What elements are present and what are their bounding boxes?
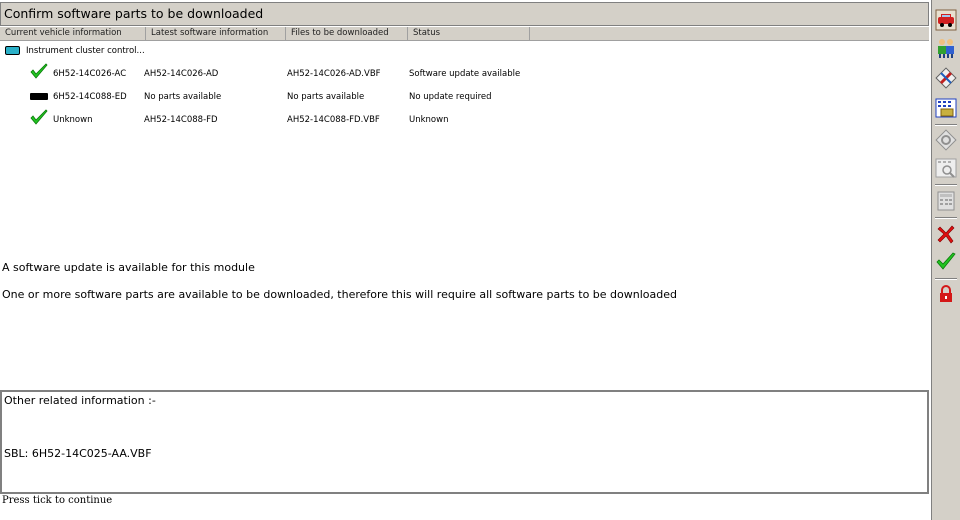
- cell-latest: AH52-14C026-AD: [144, 69, 219, 79]
- toolbar-separator: [935, 217, 957, 219]
- ecu-module-icon: [5, 46, 20, 55]
- sbl-file-text: SBL: 6H52-14C025-AA.VBF: [4, 447, 152, 460]
- right-toolbar: [931, 0, 960, 520]
- cell-files: AH52-14C026-AD.VBF: [287, 69, 381, 79]
- check-icon: [30, 63, 48, 79]
- check-icon: [30, 109, 48, 125]
- confirm-tick-button[interactable]: [934, 250, 958, 274]
- table-row[interactable]: 6H52-14C088-ED No parts available No par…: [0, 89, 929, 105]
- lock-button[interactable]: [934, 282, 958, 306]
- tools-button[interactable]: [934, 66, 958, 90]
- cell-current: 6H52-14C026-AC: [53, 69, 127, 79]
- tree-root-label: Instrument cluster control...: [26, 46, 145, 56]
- toolbar-separator: [935, 184, 957, 186]
- vehicle-icon: [935, 9, 957, 31]
- cell-current: 6H52-14C088-ED: [53, 92, 127, 102]
- main-window: Confirm software parts to be downloaded …: [0, 0, 931, 520]
- download-all-message: One or more software parts are available…: [2, 288, 677, 301]
- module-block-icon: [30, 93, 48, 100]
- cell-status: Unknown: [409, 115, 449, 125]
- status-text: Press tick to continue: [2, 495, 113, 506]
- toolbar-separator: [935, 124, 957, 126]
- gear-button[interactable]: [934, 128, 958, 152]
- cell-current: Unknown: [53, 115, 93, 125]
- column-header-files[interactable]: Files to be downloaded: [286, 27, 408, 40]
- table-row[interactable]: 6H52-14C026-AC AH52-14C026-AD AH52-14C02…: [0, 63, 929, 82]
- column-header-current[interactable]: Current vehicle information: [0, 27, 146, 40]
- search-grid-disabled-icon: [935, 158, 957, 178]
- confirm-tick-icon: [936, 252, 956, 270]
- calculator-disabled-icon: [937, 191, 955, 211]
- cell-status: Software update available: [409, 69, 521, 79]
- cell-status: No update required: [409, 92, 492, 102]
- cell-latest: No parts available: [144, 92, 222, 102]
- tree-root-module[interactable]: Instrument cluster control...: [5, 44, 145, 58]
- data-grid-button[interactable]: [934, 96, 958, 120]
- tools-icon: [935, 67, 957, 89]
- cancel-button[interactable]: [934, 222, 958, 246]
- status-bar: Press tick to continue: [0, 494, 931, 520]
- cancel-icon: [937, 225, 955, 244]
- table-row[interactable]: Unknown AH52-14C088-FD AH52-14C088-FD.VB…: [0, 109, 929, 128]
- column-header-latest[interactable]: Latest software information: [146, 27, 286, 40]
- gear-disabled-icon: [935, 129, 957, 151]
- data-grid-icon: [935, 98, 957, 118]
- window-titlebar: Confirm software parts to be downloaded: [0, 2, 929, 26]
- cell-latest: AH52-14C088-FD: [144, 115, 218, 125]
- window-title: Confirm software parts to be downloaded: [4, 6, 264, 21]
- people-button[interactable]: [934, 36, 958, 60]
- update-available-message: A software update is available for this …: [2, 261, 255, 274]
- lock-icon: [940, 285, 952, 302]
- other-info-panel: Other related information :- SBL: 6H52-1…: [0, 390, 929, 494]
- column-header: Current vehicle information Latest softw…: [0, 27, 929, 41]
- column-header-status[interactable]: Status: [408, 27, 530, 40]
- vehicle-button[interactable]: [934, 8, 958, 32]
- calculator-button[interactable]: [934, 189, 958, 213]
- cell-files: AH52-14C088-FD.VBF: [287, 115, 380, 125]
- toolbar-separator: [935, 278, 957, 280]
- other-info-title: Other related information :-: [4, 394, 156, 407]
- people-icon: [938, 39, 954, 58]
- cell-files: No parts available: [287, 92, 365, 102]
- search-grid-button[interactable]: [934, 156, 958, 180]
